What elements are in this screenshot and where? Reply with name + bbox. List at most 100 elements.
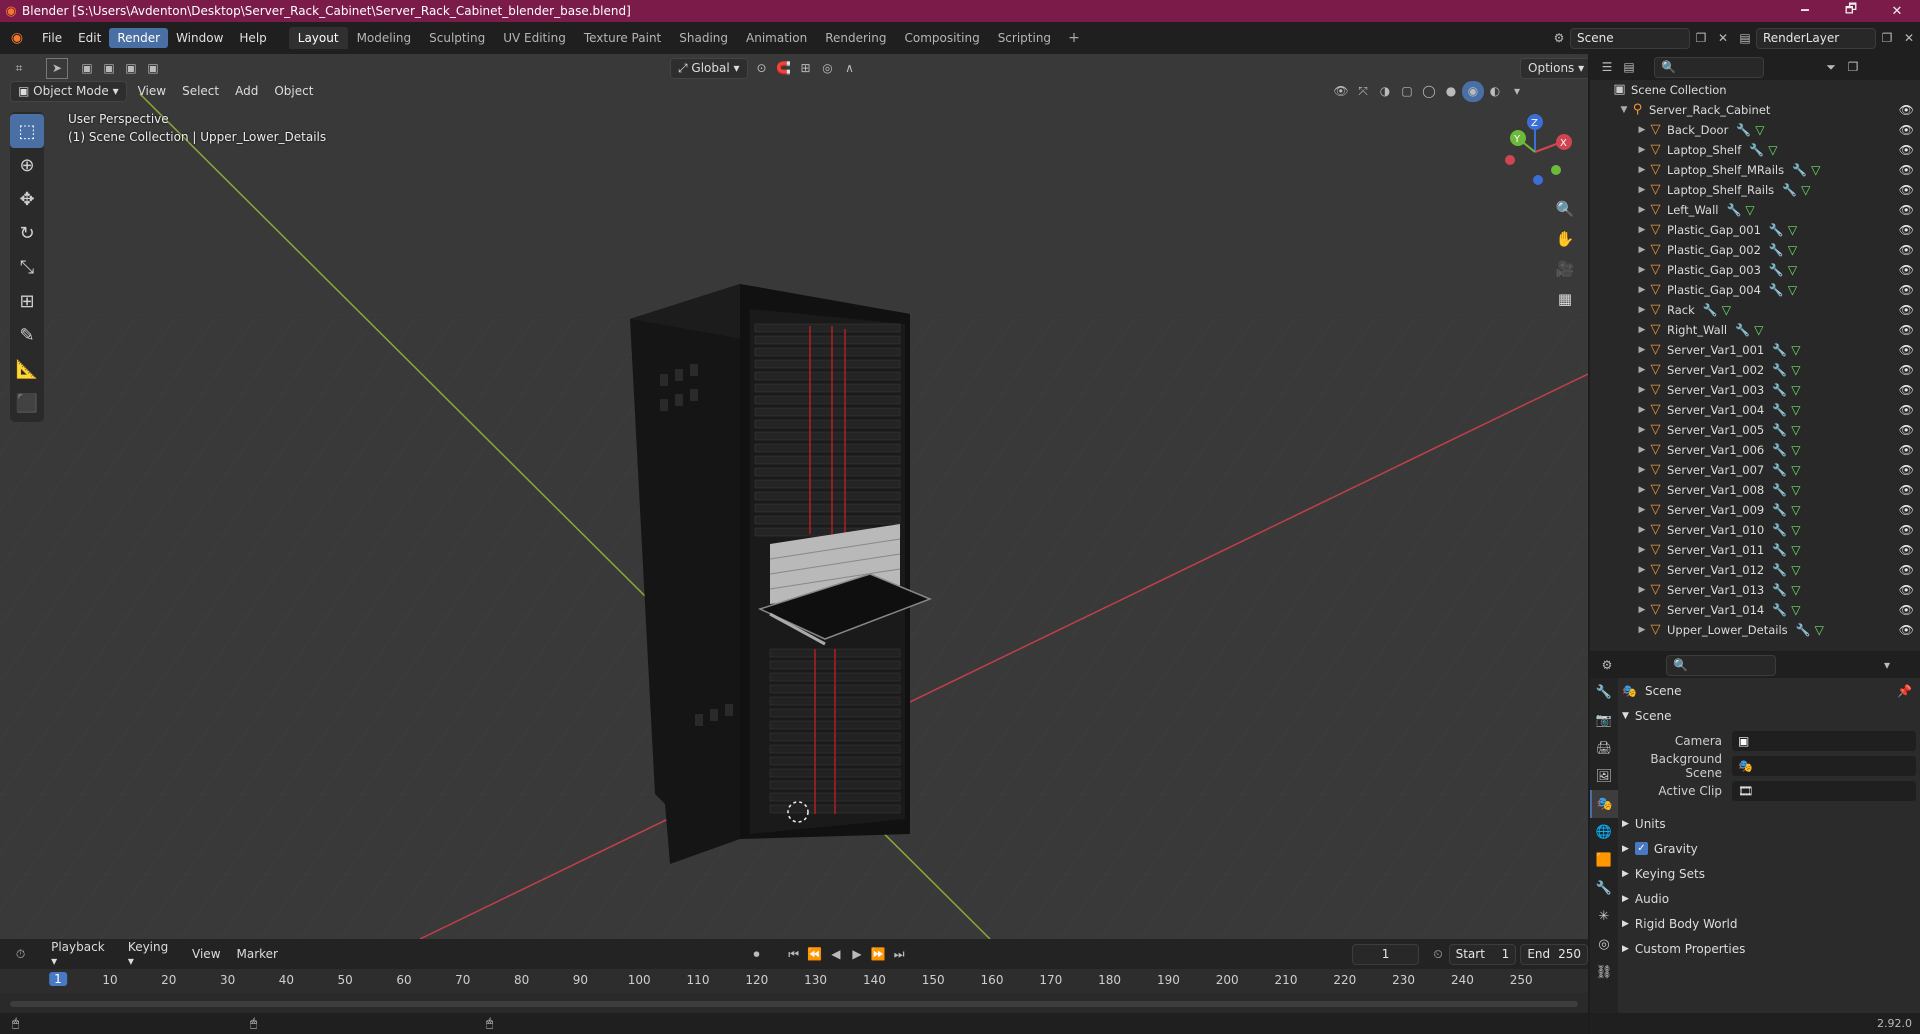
visibility-eye-icon[interactable]: 👁 <box>1899 243 1914 257</box>
menu-view[interactable]: View <box>130 84 174 98</box>
custom-properties-section[interactable]: ▶ Custom Properties <box>1622 936 1916 961</box>
world-tab-icon[interactable]: 🌐 <box>1590 818 1618 846</box>
auto-keying-icon[interactable]: ⏺ <box>746 944 767 965</box>
outliner-object-row[interactable]: ▶ ▽ Rack 🔧 ▽ 👁 <box>1590 300 1920 320</box>
modifier-wrench-icon[interactable]: 🔧 <box>1792 163 1807 177</box>
modifier-wrench-icon[interactable]: 🔧 <box>1772 363 1787 377</box>
visibility-eye-icon[interactable]: 👁 <box>1899 283 1914 297</box>
camera-view-icon[interactable]: 🎥 <box>1552 254 1578 284</box>
outliner-object-row[interactable]: ▶ ▽ Laptop_Shelf_Rails 🔧 ▽ 👁 <box>1590 180 1920 200</box>
xray-icon[interactable]: ▢ <box>1396 81 1418 102</box>
outliner-object-row[interactable]: ▶ ▽ Back_Door 🔧 ▽ 👁 <box>1590 120 1920 140</box>
constraints-tab-icon[interactable]: ⛓ <box>1590 958 1618 986</box>
transform-tool-icon[interactable]: ⊞ <box>10 284 44 318</box>
modifier-wrench-icon[interactable]: 🔧 <box>1772 603 1787 617</box>
outliner-object-row[interactable]: ▶ ▽ Plastic_Gap_002 🔧 ▽ 👁 <box>1590 240 1920 260</box>
menu-keying[interactable]: Keying ▾ <box>120 940 184 968</box>
outliner-object-row[interactable]: ▶ ▽ Server_Var1_012 🔧 ▽ 👁 <box>1590 560 1920 580</box>
menu-window[interactable]: Window <box>168 28 231 48</box>
options-dropdown[interactable]: Options ▾ <box>1520 57 1588 79</box>
outliner-object-row[interactable]: ▶ ▽ Right_Wall 🔧 ▽ 👁 <box>1590 320 1920 340</box>
expand-arrow-icon[interactable]: ▶ <box>1636 485 1648 495</box>
modifier-wrench-icon[interactable]: 🔧 <box>1772 383 1787 397</box>
maximize-button[interactable]: 🗗 <box>1828 0 1874 22</box>
modifier-wrench-icon[interactable]: 🔧 <box>1749 143 1764 157</box>
expand-arrow-icon[interactable]: ▶ <box>1636 565 1648 575</box>
outliner-object-row[interactable]: ▶ ▽ Server_Var1_014 🔧 ▽ 👁 <box>1590 600 1920 620</box>
outliner-object-row[interactable]: ▶ ▽ Upper_Lower_Details 🔧 ▽ 👁 <box>1590 620 1920 640</box>
outliner-object-row[interactable]: ▶ ▽ Server_Var1_013 🔧 ▽ 👁 <box>1590 580 1920 600</box>
expand-arrow-icon[interactable]: ▶ <box>1636 625 1648 635</box>
mesh-data-icon[interactable]: ▽ <box>1788 243 1797 257</box>
visibility-eye-icon[interactable]: 👁 <box>1899 503 1914 517</box>
playhead-indicator[interactable]: 1 <box>49 972 67 986</box>
scene-panel-header[interactable]: ▼ Scene <box>1622 703 1916 728</box>
expand-arrow-icon[interactable]: ▶ <box>1636 145 1648 155</box>
visibility-eye-icon[interactable]: 👁 <box>1899 583 1914 597</box>
tab-animation[interactable]: Animation <box>737 27 816 49</box>
visibility-eye-icon[interactable]: 👁 <box>1899 103 1914 117</box>
mesh-data-icon[interactable]: ▽ <box>1791 603 1800 617</box>
visibility-eye-icon[interactable]: 👁 <box>1899 143 1914 157</box>
jump-end-icon[interactable]: ⏭ <box>889 944 910 965</box>
select-mode-intersect-icon[interactable]: ▣ <box>142 58 164 79</box>
audio-section[interactable]: ▶ Audio <box>1622 886 1916 911</box>
menu-file[interactable]: File <box>34 28 70 48</box>
expand-arrow-icon[interactable]: ▶ <box>1636 525 1648 535</box>
expand-arrow-icon[interactable]: ▶ <box>1636 185 1648 195</box>
visibility-icon[interactable]: 👁 <box>1330 81 1352 102</box>
outliner-object-row[interactable]: ▶ ▽ Left_Wall 🔧 ▽ 👁 <box>1590 200 1920 220</box>
visibility-eye-icon[interactable]: 👁 <box>1899 223 1914 237</box>
annotate-tool-icon[interactable]: ✎ <box>10 318 44 352</box>
frame-ruler[interactable]: 1 10 20 30 40 50 60 70 80 90 100 110 120 130 140 150 16… <box>0 969 1588 993</box>
modifier-wrench-icon[interactable]: 🔧 <box>1772 463 1787 477</box>
visibility-eye-icon[interactable]: 👁 <box>1899 563 1914 577</box>
modifier-wrench-icon[interactable]: 🔧 <box>1703 303 1718 317</box>
timeline-scrollbar[interactable] <box>10 1001 1578 1007</box>
tab-sculpting[interactable]: Sculpting <box>420 27 494 49</box>
outliner-object-row[interactable]: ▶ ▽ Server_Var1_001 🔧 ▽ 👁 <box>1590 340 1920 360</box>
select-mode-subtract-icon[interactable]: ▣ <box>120 58 142 79</box>
outliner-collection-row[interactable]: ▼ ⚲ Server_Rack_Cabinet 👁 <box>1590 100 1920 120</box>
visibility-eye-icon[interactable]: 👁 <box>1899 383 1914 397</box>
outliner-object-row[interactable]: ▶ ▽ Plastic_Gap_004 🔧 ▽ 👁 <box>1590 280 1920 300</box>
object-tab-icon[interactable]: 🟧 <box>1590 846 1618 874</box>
outliner-object-row[interactable]: ▶ ▽ Plastic_Gap_001 🔧 ▽ 👁 <box>1590 220 1920 240</box>
scene-tab-icon[interactable]: 🎭 <box>1590 790 1618 818</box>
tab-shading[interactable]: Shading <box>670 27 737 49</box>
expand-arrow-icon[interactable]: ▶ <box>1636 445 1648 455</box>
visibility-eye-icon[interactable]: 👁 <box>1899 403 1914 417</box>
overlay-toggle-icon[interactable]: ◑ <box>1374 81 1396 102</box>
mesh-data-icon[interactable]: ▽ <box>1791 463 1800 477</box>
visibility-eye-icon[interactable]: 👁 <box>1899 183 1914 197</box>
new-scene-icon[interactable]: ❐ <box>1690 28 1712 49</box>
properties-search-input[interactable]: 🔍 <box>1666 654 1776 676</box>
material-shading-icon[interactable]: ◉ <box>1462 80 1484 102</box>
pan-hand-icon[interactable]: ✋ <box>1552 224 1578 254</box>
end-frame-field[interactable]: End 250 <box>1520 943 1589 965</box>
expand-arrow-icon[interactable]: ▶ <box>1636 285 1648 295</box>
modifier-wrench-icon[interactable]: 🔧 <box>1796 623 1811 637</box>
modifier-wrench-icon[interactable]: 🔧 <box>1772 563 1787 577</box>
expand-arrow-icon[interactable]: ▶ <box>1636 205 1648 215</box>
outliner-object-row[interactable]: ▶ ▽ Laptop_Shelf 🔧 ▽ 👁 <box>1590 140 1920 160</box>
outliner-object-row[interactable]: ▶ ▽ Server_Var1_007 🔧 ▽ 👁 <box>1590 460 1920 480</box>
properties-editor-icon[interactable]: ⚙ <box>1596 655 1618 676</box>
menu-marker[interactable]: Marker <box>229 947 286 961</box>
select-tool-icon[interactable]: ➤ <box>46 57 68 79</box>
mesh-data-icon[interactable]: ▽ <box>1791 383 1800 397</box>
wireframe-shading-icon[interactable]: ◯ <box>1418 81 1440 102</box>
render-tab-icon[interactable]: 📷 <box>1590 706 1618 734</box>
mesh-data-icon[interactable]: ▽ <box>1791 343 1800 357</box>
mesh-data-icon[interactable]: ▽ <box>1791 543 1800 557</box>
close-button[interactable]: ✕ <box>1874 4 1920 19</box>
current-frame-field[interactable]: 1 <box>1351 943 1420 965</box>
mesh-data-icon[interactable]: ▽ <box>1791 483 1800 497</box>
modifier-wrench-icon[interactable]: 🔧 <box>1726 203 1741 217</box>
modifier-wrench-icon[interactable]: 🔧 <box>1769 263 1784 277</box>
visibility-eye-icon[interactable]: 👁 <box>1899 303 1914 317</box>
cursor-tool-icon[interactable]: ⊕ <box>10 148 44 182</box>
outliner-object-row[interactable]: ▶ ▽ Laptop_Shelf_MRails 🔧 ▽ 👁 <box>1590 160 1920 180</box>
mesh-data-icon[interactable]: ▽ <box>1791 523 1800 537</box>
expand-arrow-icon[interactable]: ▶ <box>1636 585 1648 595</box>
